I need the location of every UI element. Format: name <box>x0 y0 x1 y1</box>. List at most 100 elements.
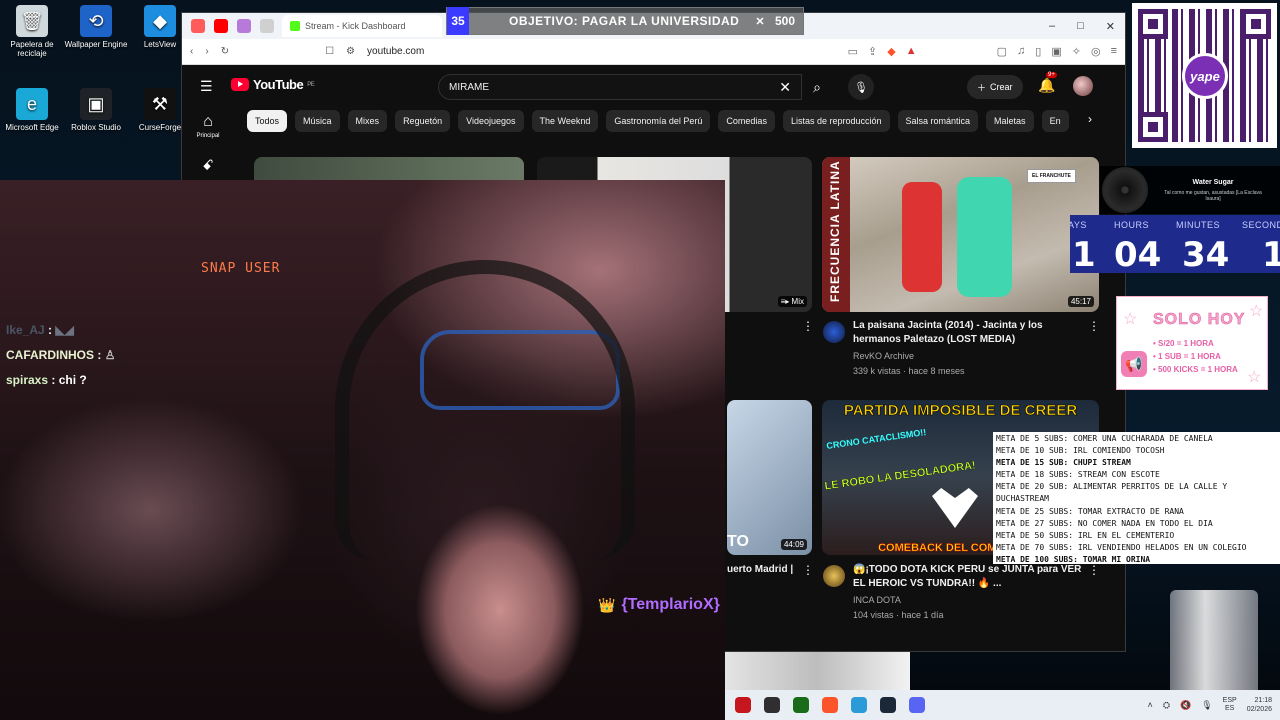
mic-icon[interactable]: 🎙 <box>1201 700 1212 711</box>
desktop-icon-label: Microsoft Edge <box>5 123 59 132</box>
channel-name[interactable]: INCA DOTA <box>853 593 901 607</box>
desktop-icon[interactable]: 🗑 Papelera de reciclaje <box>0 5 64 58</box>
video-title[interactable]: uerto Madrid | <box>727 563 793 577</box>
desktop-icon-label: Roblox Studio <box>71 123 121 132</box>
cast-icon[interactable]: ▭ <box>848 45 858 58</box>
youtube-pinned-tab[interactable] <box>214 19 228 33</box>
filter-chip[interactable]: The Weeknd <box>531 110 599 132</box>
avatar[interactable] <box>1073 76 1093 96</box>
video-thumbnail[interactable]: FRECUENCIA LATINA EL FRANCHUTE 45:17 <box>822 157 1099 312</box>
video-thumbnail[interactable]: TO 44:09 <box>727 400 812 555</box>
notification-badge: 9+ <box>1046 72 1057 78</box>
network-icon[interactable]: ⛭ <box>1163 700 1170 711</box>
search-button[interactable]: ⌕ <box>802 74 832 100</box>
video-stats: 339 k vistas · hace 8 meses <box>853 366 965 376</box>
sub-goal-item: META DE 25 SUBS: TOMAR EXTRACTO DE RANA <box>996 506 1184 516</box>
more-options-icon[interactable]: ⋮ <box>802 563 814 577</box>
clock[interactable]: 21:18 02/2026 <box>1247 696 1272 714</box>
video-title[interactable]: La paisana Jacinta (2014) - Jacinta y lo… <box>853 319 1078 347</box>
filter-chip[interactable]: Todos <box>247 110 288 132</box>
youtube-play-icon <box>231 78 249 91</box>
video-title[interactable]: 😱¡TODO DOTA KICK PERU se JUNTA para VER … <box>853 563 1083 591</box>
more-options-icon[interactable]: ⋮ <box>802 319 814 333</box>
close-button[interactable]: ✕ <box>1106 20 1115 33</box>
desktop-icon[interactable]: ⟲ Wallpaper Engine <box>64 5 128 49</box>
sidebar-item-home[interactable]: ⌂ Principal ꗃ <box>190 113 226 174</box>
thumbnail-figure <box>957 177 1012 297</box>
chevron-right-icon[interactable]: › <box>1088 112 1092 126</box>
url-field[interactable]: youtube.com <box>367 46 424 57</box>
language-indicator[interactable]: ESP ES <box>1223 697 1237 713</box>
filter-chip[interactable]: Maletas <box>986 110 1034 132</box>
filter-chip[interactable]: Videojuegos <box>458 110 524 132</box>
notepad-icon[interactable] <box>851 697 867 713</box>
back-icon[interactable]: ‹ <box>190 46 193 57</box>
brave-icon[interactable] <box>822 697 838 713</box>
menu-icon[interactable]: ☰ <box>200 78 214 95</box>
pinned-tab[interactable] <box>237 19 251 33</box>
timer-seconds: 1 <box>1262 235 1280 273</box>
pinned-tab[interactable] <box>191 19 205 33</box>
timer-label: MINUTES <box>1176 220 1220 230</box>
channel-name[interactable]: RevKO Archive <box>853 349 914 363</box>
music-icon[interactable]: ♫ <box>1017 45 1025 58</box>
reload-icon[interactable]: ↻ <box>221 46 229 57</box>
bookmark-icon[interactable]: ☐ <box>325 46 334 57</box>
reader-icon[interactable]: ▯ <box>1035 45 1041 58</box>
shorts-icon[interactable]: ꗃ <box>190 157 226 174</box>
filter-chip[interactable]: Comedias <box>718 110 775 132</box>
site-settings-icon[interactable]: ⚙ <box>346 46 355 57</box>
maximize-button[interactable]: □ <box>1077 20 1084 33</box>
promo-list: • S/20 = 1 HORA • 1 SUB = 1 HORA • 500 K… <box>1153 337 1238 376</box>
search-input[interactable]: MIRAME ✕ <box>438 74 802 100</box>
browser-toolbar-icons: ▭ ⇪ ◆ ▲ ▢ ♫ ▯ ▣ ✧ ◎ ≡ <box>848 45 1117 58</box>
qr-finder <box>1138 112 1168 142</box>
home-icon: ⌂ <box>203 113 213 130</box>
crown-icon: 👑 <box>598 596 616 613</box>
obs-icon[interactable] <box>764 697 780 713</box>
desktop-icon[interactable]: ▣ Roblox Studio <box>64 88 128 132</box>
chevron-up-icon[interactable]: ˄ <box>1148 700 1153 710</box>
rewards-icon[interactable]: ▲ <box>906 45 917 58</box>
filter-chip[interactable]: Reguetón <box>395 110 451 132</box>
vpn-icon[interactable]: ◎ <box>1091 45 1101 58</box>
sidebar-icon[interactable]: ▢ <box>997 45 1007 58</box>
acrobat-icon[interactable] <box>735 697 751 713</box>
qr-finder <box>1138 9 1168 39</box>
create-button[interactable]: ＋ Crear <box>967 75 1023 99</box>
song-artist: Tal como me gustan, asustadas [La Esclav… <box>1164 189 1262 202</box>
youtube-logo[interactable]: YouTube PE <box>231 77 315 92</box>
emote-icon: ◣◢ <box>55 323 74 337</box>
minimize-button[interactable]: – <box>1049 20 1055 33</box>
forward-icon[interactable]: › <box>205 46 208 57</box>
notifications-button[interactable]: 🔔 9+ <box>1038 72 1057 94</box>
xbox-icon[interactable] <box>793 697 809 713</box>
mute-icon[interactable]: 🔇 <box>1180 700 1191 711</box>
share-icon[interactable]: ⇪ <box>868 45 877 58</box>
filter-chip[interactable]: Listas de reproducción <box>782 110 890 132</box>
channel-avatar[interactable] <box>823 565 845 587</box>
wallet-icon[interactable]: ▣ <box>1051 45 1061 58</box>
brave-shield-icon[interactable]: ◆ <box>887 45 895 58</box>
voice-search-button[interactable]: 🎙 <box>848 74 874 100</box>
pinned-tab[interactable] <box>260 19 274 33</box>
steam-icon[interactable] <box>880 697 896 713</box>
filter-chip[interactable]: Música <box>295 110 340 132</box>
tab-kick-dashboard[interactable]: Stream - Kick Dashboard <box>282 15 442 37</box>
subathon-timer: AYS HOURS MINUTES SECONDS 1 04 34 1 <box>1070 215 1280 273</box>
more-options-icon[interactable]: ⋮ <box>1088 319 1100 333</box>
desktop-icon[interactable]: e Microsoft Edge <box>0 88 64 132</box>
discord-icon[interactable] <box>909 697 925 713</box>
filter-chip[interactable]: Mixes <box>347 110 388 132</box>
filter-chip[interactable]: Gastronomía del Perú <box>606 110 711 132</box>
ai-icon[interactable]: ✧ <box>1072 45 1081 58</box>
mix-badge: ≡▸ Mix <box>777 296 807 307</box>
promo-card: ☆ ☆ ☆ SOLO HOY 📢 • S/20 = 1 HORA • 1 SUB… <box>1116 296 1268 390</box>
menu-icon[interactable]: ≡ <box>1111 45 1117 58</box>
promo-item: • 1 SUB = 1 HORA <box>1153 352 1221 361</box>
channel-avatar[interactable] <box>823 321 845 343</box>
clear-search-icon[interactable]: ✕ <box>779 79 791 96</box>
filter-chip[interactable]: En <box>1041 110 1069 132</box>
filter-chip[interactable]: Salsa romántica <box>897 110 979 132</box>
more-options-icon[interactable]: ⋮ <box>1088 563 1100 577</box>
